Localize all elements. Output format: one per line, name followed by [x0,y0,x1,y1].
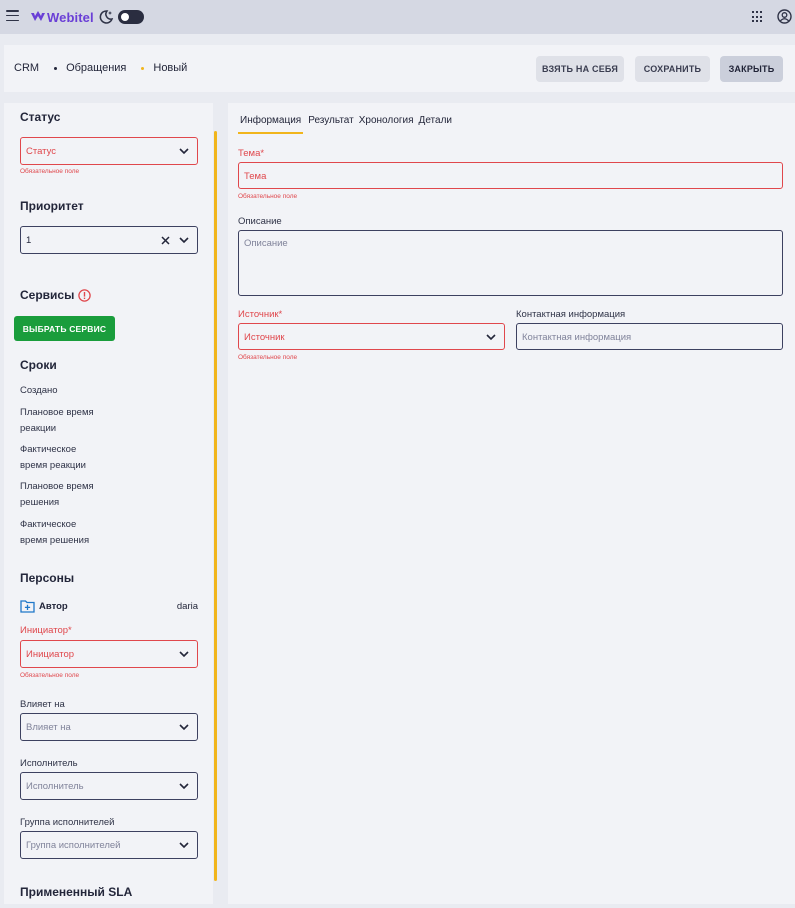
description-textarea[interactable]: Описание [238,230,783,296]
assignee-label: Исполнитель [20,758,78,769]
impacted-placeholder: Влияет на [26,722,71,733]
tabs: Информация Результат Хронология Детали [238,115,457,134]
term-planned-resolution: Плановое время решения [20,479,94,511]
chevron-down-icon [179,651,189,658]
author-label: Автор [39,601,68,612]
term-line: время реакции [20,460,86,471]
tab-information[interactable]: Информация [238,115,304,134]
subject-required-hint: Обязательное поле [238,193,298,200]
status-title: Статус [20,110,61,124]
chevron-down-icon [179,724,189,731]
term-actual-reaction: Фактическое время реакции [20,442,86,474]
chevron-down-icon [179,842,189,849]
subject-input[interactable]: Тема [238,162,783,189]
author-row: Автор daria [20,599,198,615]
group-select[interactable]: Группа исполнителей [20,831,198,859]
take-ownership-button[interactable]: ВЗЯТЬ НА СЕБЯ [536,56,624,82]
term-line: Плановое время [20,481,94,492]
group-label: Группа исполнителей [20,817,115,828]
status-required-hint: Обязательное поле [20,168,80,175]
subject-placeholder: Тема [244,171,267,182]
term-planned-reaction: Плановое время реакции [20,405,94,437]
folder-add-icon[interactable] [20,599,35,613]
chevron-down-icon [179,783,189,790]
source-label: Источник* [238,309,283,320]
logo-text: Webitel [47,9,94,25]
assignee-placeholder: Исполнитель [26,781,84,792]
breadcrumb: CRM Обращения Новый [14,62,187,74]
impacted-label: Влияет на [20,699,65,710]
user-icon[interactable] [777,9,792,24]
chevron-down-icon [179,237,189,244]
priority-value: 1 [26,235,32,246]
close-button[interactable]: ЗАКРЫТЬ [720,56,783,82]
contact-label: Контактная информация [516,309,626,320]
term-line: Фактическое [20,444,77,455]
tab-result[interactable]: Результат [308,115,353,134]
select-service-button[interactable]: ВЫБРАТЬ СЕРВИС [14,316,115,341]
left-panel: Статус Статус Обязательное поле Приорите… [4,103,213,904]
status-placeholder: Статус [26,146,57,157]
webitel-logo-icon [31,11,45,21]
save-button[interactable]: СОХРАНИТЬ [635,56,710,82]
logo[interactable]: Webitel [31,9,94,25]
page-header: CRM Обращения Новый ВЗЯТЬ НА СЕБЯ СОХРАН… [4,45,795,92]
initiator-label: Инициатор* [20,625,72,636]
clear-icon[interactable] [161,236,170,245]
impacted-select[interactable]: Влияет на [20,713,198,741]
contact-placeholder: Контактная информация [522,332,632,343]
group-placeholder: Группа исполнителей [26,840,121,851]
breadcrumb-appeals[interactable]: Обращения [66,62,126,74]
sla-title: Примененный SLA [20,885,133,899]
scroll-indicator[interactable] [214,131,217,881]
source-required-hint: Обязательное поле [238,354,298,361]
persons-title: Персоны [20,571,75,585]
theme-toggle[interactable] [118,10,144,24]
author-value: daria [176,601,198,612]
term-line: время решения [20,535,90,546]
menu-icon[interactable] [6,10,19,22]
breadcrumb-crm[interactable]: CRM [14,62,39,74]
breadcrumb-separator [54,66,58,70]
term-line: Фактическое [20,519,77,530]
description-label: Описание [238,216,282,227]
terms-title: Сроки [20,358,57,372]
term-actual-resolution: Фактическое время решения [20,517,89,549]
priority-title: Приоритет [20,199,84,213]
chevron-down-icon [486,334,496,341]
initiator-select[interactable]: Инициатор [20,640,198,668]
contact-input[interactable]: Контактная информация [516,323,783,350]
apps-grid-icon[interactable] [752,11,764,23]
source-select[interactable]: Источник [238,323,505,350]
breadcrumb-new: Новый [153,62,188,74]
services-title: Сервисы [20,288,75,302]
tab-chronology[interactable]: Хронология [359,115,414,134]
top-bar: Webitel [0,0,795,34]
term-created: Создано [20,383,58,399]
chevron-down-icon [179,148,189,155]
warning-icon [78,289,91,302]
description-placeholder: Описание [244,238,288,249]
initiator-placeholder: Инициатор [26,649,75,660]
term-line: решения [20,497,60,508]
subject-label: Тема* [238,148,265,159]
assignee-select[interactable]: Исполнитель [20,772,198,800]
toggle-knob [121,13,129,21]
status-select[interactable]: Статус [20,137,198,165]
tab-details[interactable]: Детали [419,115,452,134]
term-line: Плановое время [20,407,94,418]
term-created-line: Создано [20,385,58,396]
main-content: Информация Результат Хронология Детали Т… [228,103,795,904]
term-line: реакции [20,423,57,434]
breadcrumb-separator [141,66,145,70]
priority-select[interactable]: 1 [20,226,198,254]
moon-icon [99,10,114,24]
initiator-required-hint: Обязательное поле [20,672,80,679]
theme-switcher[interactable] [98,8,146,26]
source-placeholder: Источник [244,332,285,343]
